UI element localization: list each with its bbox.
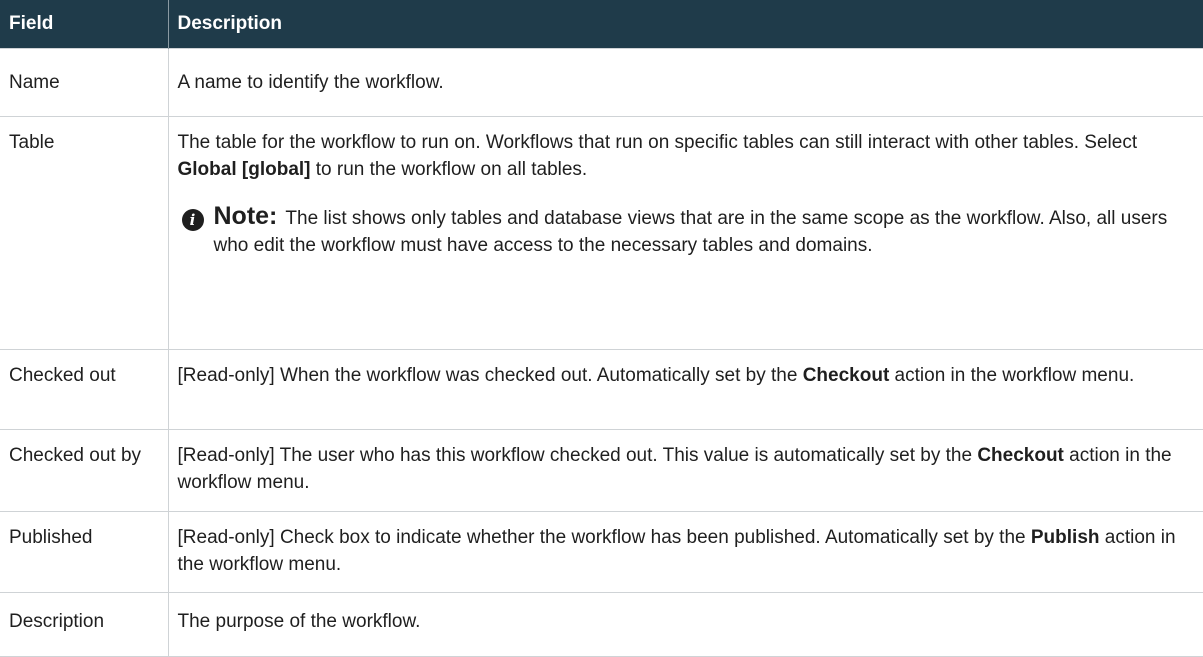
info-icon: i (181, 208, 204, 231)
description-text: [Read-only] The user who has this workfl… (178, 445, 1172, 493)
field-cell: Published (0, 510, 169, 593)
table-header-row: Field Description (0, 0, 1203, 48)
text-run: [Read-only] When the workflow was checke… (177, 364, 803, 386)
note-callout: i Note: The list shows only tables and da… (181, 201, 1195, 259)
text-run: [Read-only] Check box to indicate whethe… (177, 526, 1031, 548)
bold-term: Publish (1030, 526, 1100, 548)
description-cell: The purpose of the workflow. (167, 591, 1203, 657)
header-description: Description (167, 0, 1203, 48)
note-text: The list shows only tables and database … (213, 207, 1168, 256)
table-row: Name A name to identify the workflow. (0, 47, 1203, 117)
description-text: [Read-only] Check box to indicate whethe… (178, 527, 1176, 575)
bold-term: Global [global] (177, 158, 311, 180)
note-body: Note: The list shows only tables and data… (213, 201, 1195, 259)
text-run: to run the workflow on all tables. (310, 158, 588, 180)
note-title: Note: (213, 201, 278, 230)
table-row: Published [Read-only] Check box to indic… (0, 510, 1203, 593)
description-cell: [Read-only] The user who has this workfl… (167, 428, 1203, 512)
text-run: action in the workflow menu. (889, 364, 1135, 386)
description-cell: [Read-only] Check box to indicate whethe… (167, 510, 1203, 593)
text-run: A name to identify the workflow. (177, 71, 444, 93)
table-row: Description The purpose of the workflow. (0, 591, 1203, 657)
field-cell: Name (0, 47, 169, 117)
text-run: The table for the workflow to run on. Wo… (177, 131, 1138, 153)
description-cell: [Read-only] When the workflow was checke… (167, 348, 1203, 430)
field-cell: Table (0, 115, 169, 350)
text-run: The purpose of the workflow. (177, 610, 421, 632)
description-text: The table for the workflow to run on. Wo… (178, 132, 1138, 180)
table-row: Table The table for the workflow to run … (0, 115, 1203, 350)
description-text: A name to identify the workflow. (178, 72, 444, 93)
bold-term: Checkout (977, 444, 1064, 466)
text-run: [Read-only] The user who has this workfl… (177, 444, 978, 466)
field-cell: Checked out (0, 348, 169, 430)
table-row: Checked out by [Read-only] The user who … (0, 428, 1203, 512)
description-cell: A name to identify the workflow. (167, 47, 1203, 117)
table-row: Checked out [Read-only] When the workflo… (0, 348, 1203, 430)
bold-term: Checkout (802, 364, 890, 386)
description-cell: The table for the workflow to run on. Wo… (167, 115, 1203, 350)
field-cell: Description (0, 591, 169, 657)
field-cell: Checked out by (0, 428, 169, 512)
header-field: Field (0, 0, 168, 48)
description-text: [Read-only] When the workflow was checke… (178, 365, 1135, 386)
fields-table: Field Description Name A name to identif… (0, 0, 1203, 657)
description-text: The purpose of the workflow. (178, 611, 421, 632)
